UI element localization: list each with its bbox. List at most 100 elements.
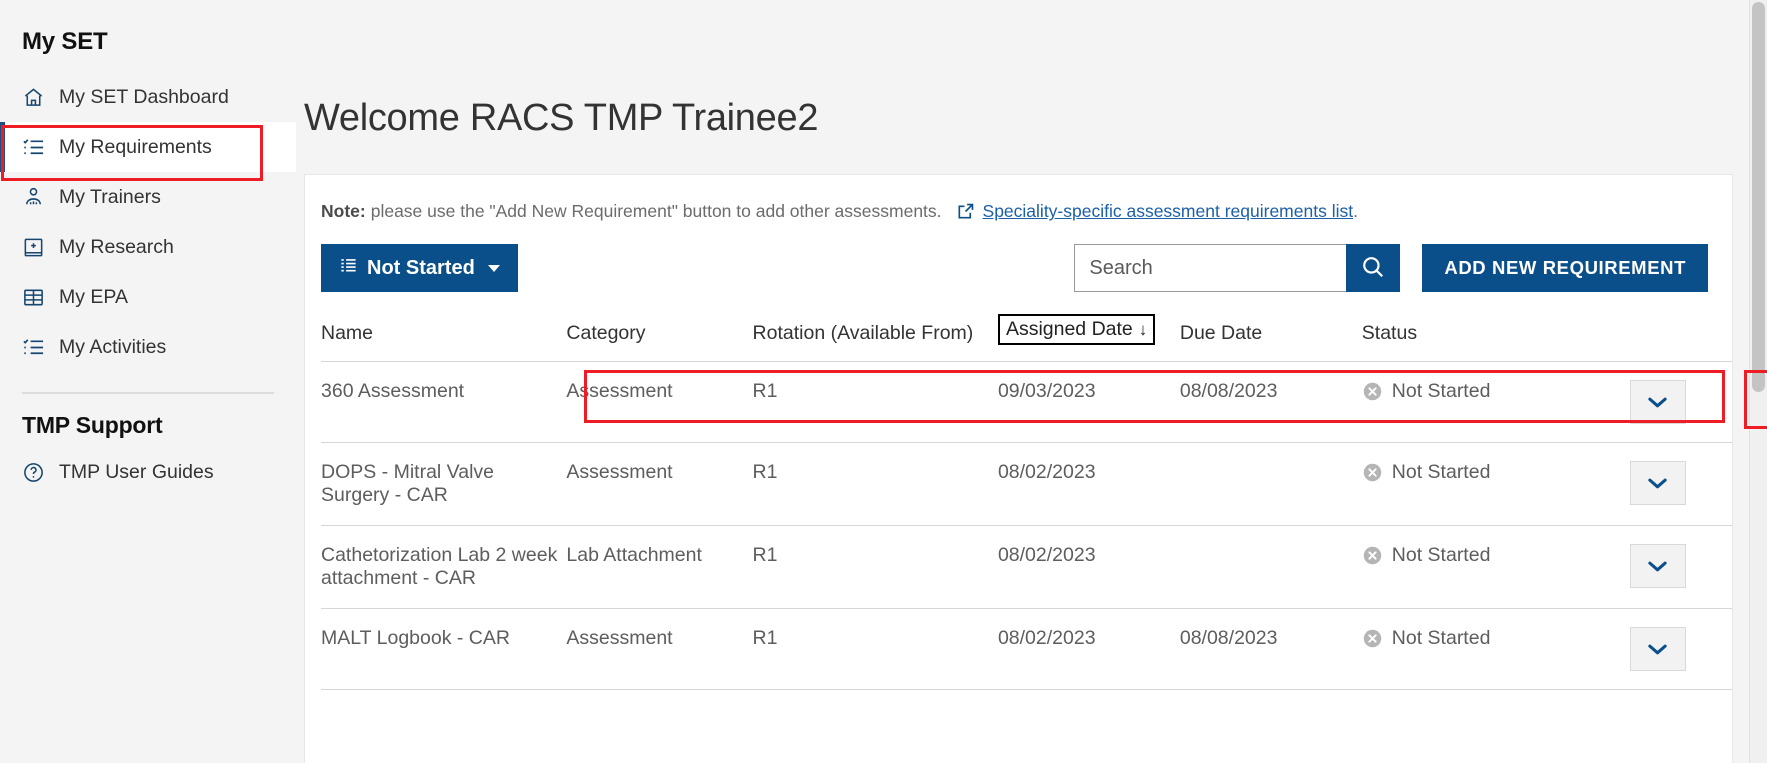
cell-actions: [1583, 361, 1732, 444]
add-new-requirement-button[interactable]: ADD NEW REQUIREMENT: [1422, 244, 1708, 293]
expand-row-button[interactable]: [1629, 627, 1686, 672]
column-header-assigned-date-label: Assigned Date: [1005, 318, 1133, 341]
table-body: 360 Assessment Assessment R1 09/03/2023 …: [321, 361, 1732, 691]
sidebar-item-my-activities[interactable]: My Activities: [0, 322, 296, 372]
table-header: Name Category Rotation (Available From) …: [321, 292, 1732, 363]
status-filter-label: Not Started: [367, 256, 475, 279]
sidebar-item-label: My Requirements: [59, 135, 212, 158]
status-label: Not Started: [1391, 544, 1491, 567]
list-icon: [339, 256, 358, 281]
speciality-requirements-link-text: Speciality-specific assessment requireme…: [982, 201, 1354, 222]
sidebar-item-my-epa[interactable]: My EPA: [0, 272, 296, 322]
status-badge: Not Started: [1362, 380, 1584, 403]
sidebar-section-title-tmp-support: TMP Support: [22, 412, 163, 438]
sidebar-item-label: My Activities: [59, 335, 167, 358]
table-row[interactable]: 360 Assessment Assessment R1 09/03/2023 …: [321, 361, 1732, 444]
requirements-table: Name Category Rotation (Available From) …: [321, 292, 1732, 691]
column-header-rotation[interactable]: Rotation (Available From): [752, 292, 998, 363]
main-content: Welcome RACS TMP Trainee2 Note: please u…: [296, 0, 1767, 763]
sort-active-box: Assigned Date ↓: [997, 314, 1156, 346]
column-header-actions: [1583, 292, 1732, 363]
sidebar-item-my-set-dashboard[interactable]: My SET Dashboard: [0, 72, 296, 122]
note-tail: .: [1353, 201, 1358, 222]
status-label: Not Started: [1391, 461, 1491, 484]
table-header-row: Name Category Rotation (Available From) …: [321, 292, 1732, 363]
page-scrollbar-thumb[interactable]: [1752, 2, 1765, 392]
sidebar-support-list: TMP User Guides: [0, 447, 296, 497]
table-grid-icon: [22, 286, 45, 309]
cell-assigned-date: 08/02/2023: [997, 442, 1180, 527]
home-icon: [22, 86, 45, 109]
status-label: Not Started: [1391, 627, 1491, 650]
question-circle-icon: [22, 461, 45, 484]
chevron-down-icon: [487, 264, 500, 272]
page-title: Welcome RACS TMP Trainee2: [304, 97, 819, 140]
external-link-icon: [956, 202, 975, 221]
chevron-down-icon: [1647, 476, 1668, 490]
expand-row-button[interactable]: [1629, 461, 1686, 506]
cell-rotation: R1: [752, 525, 998, 610]
search-input[interactable]: [1074, 244, 1347, 293]
not-started-icon: [1362, 462, 1383, 483]
sidebar-item-label: TMP User Guides: [59, 460, 214, 483]
expand-row-button[interactable]: [1629, 380, 1686, 425]
sidebar-item-my-trainers[interactable]: My Trainers: [0, 172, 296, 222]
chevron-down-icon: [1647, 559, 1668, 573]
status-label: Not Started: [1391, 380, 1491, 403]
note-label: Note:: [321, 201, 366, 222]
status-filter-dropdown[interactable]: Not Started: [321, 244, 518, 293]
sidebar-item-label: My Trainers: [59, 185, 161, 208]
column-header-name[interactable]: Name: [321, 292, 567, 363]
not-started-icon: [1362, 381, 1383, 402]
cell-rotation: R1: [752, 361, 998, 444]
chevron-down-icon: [1647, 395, 1668, 409]
search-button[interactable]: [1346, 244, 1401, 293]
cell-status: Not Started: [1361, 442, 1584, 527]
not-started-icon: [1362, 628, 1383, 649]
cell-assigned-date: 08/02/2023: [997, 525, 1180, 610]
cell-name: MALT Logbook - CAR: [321, 608, 567, 691]
cell-category: Assessment: [566, 361, 753, 444]
column-header-due-date[interactable]: Due Date: [1179, 292, 1362, 363]
sidebar-item-my-research[interactable]: My Research: [0, 222, 296, 272]
cell-status: Not Started: [1361, 361, 1584, 444]
cell-actions: [1583, 608, 1732, 691]
cell-due-date: 08/08/2023: [1179, 361, 1362, 444]
not-started-icon: [1362, 545, 1383, 566]
page-scrollbar[interactable]: [1749, 0, 1767, 763]
sidebar-item-label: My SET Dashboard: [59, 85, 229, 108]
requirements-card: Note: please use the "Add New Requiremen…: [304, 174, 1733, 763]
table-row[interactable]: MALT Logbook - CAR Assessment R1 08/02/2…: [321, 608, 1732, 691]
cell-category: Lab Attachment: [566, 525, 753, 610]
column-header-status[interactable]: Status: [1361, 292, 1584, 363]
column-header-category[interactable]: Category: [566, 292, 753, 363]
cell-category: Assessment: [566, 608, 753, 691]
table-row[interactable]: Cathetorization Lab 2 week attachment - …: [321, 525, 1732, 610]
sidebar-item-my-requirements[interactable]: My Requirements: [0, 122, 296, 172]
status-badge: Not Started: [1362, 461, 1584, 484]
sidebar: My SET My SET Dashboard My Requirements …: [0, 0, 296, 763]
table-row[interactable]: DOPS - Mitral Valve Surgery - CAR Assess…: [321, 442, 1732, 527]
cell-actions: [1583, 525, 1732, 610]
sidebar-item-tmp-user-guides[interactable]: TMP User Guides: [0, 447, 296, 497]
cell-status: Not Started: [1361, 608, 1584, 691]
sidebar-item-label: My Research: [59, 235, 174, 258]
speciality-requirements-link[interactable]: Speciality-specific assessment requireme…: [956, 201, 1354, 222]
sidebar-section-title-my-set: My SET: [22, 28, 108, 55]
checklist-icon: [22, 336, 45, 359]
expand-row-button[interactable]: [1629, 544, 1686, 589]
cell-name: DOPS - Mitral Valve Surgery - CAR: [321, 442, 567, 527]
status-badge: Not Started: [1362, 627, 1584, 650]
app-root: My SET My SET Dashboard My Requirements …: [0, 0, 1767, 763]
cell-assigned-date: 09/03/2023: [997, 361, 1180, 444]
status-badge: Not Started: [1362, 544, 1584, 567]
cell-due-date: [1179, 442, 1362, 527]
search-group: [1074, 244, 1401, 293]
person-group-icon: [22, 186, 45, 209]
cell-name: 360 Assessment: [321, 361, 567, 444]
column-header-assigned-date[interactable]: Assigned Date ↓: [997, 292, 1180, 363]
cell-name: Cathetorization Lab 2 week attachment - …: [321, 525, 567, 610]
search-icon: [1360, 254, 1386, 283]
cell-assigned-date: 08/02/2023: [997, 608, 1180, 691]
checklist-icon: [22, 136, 45, 159]
